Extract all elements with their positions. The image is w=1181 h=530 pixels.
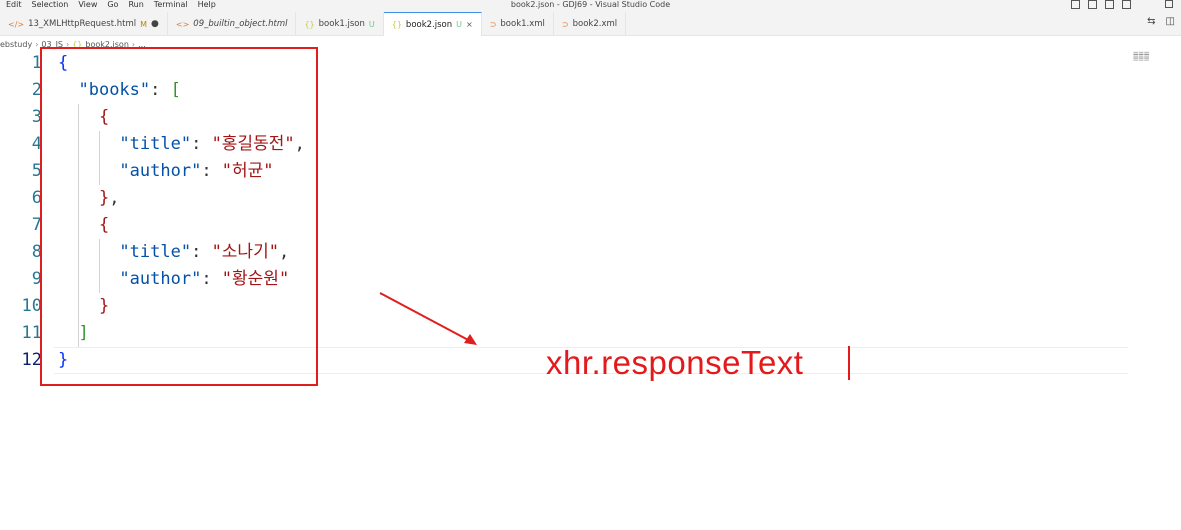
editor-actions: ⇆ ◫ [1147,16,1175,27]
line-number: 8 [31,242,42,262]
tab-label: book2.json [405,19,453,30]
open-changes-icon[interactable]: ⇆ [1147,16,1155,27]
line-number: 10 [21,296,42,316]
modified-status: M [140,19,148,29]
line-number: 5 [31,161,42,181]
line-number: 6 [31,188,42,208]
annotation-text: xhr.responseText [546,344,804,381]
tab-label: 13_XMLHttpRequest.html [28,19,137,29]
toggle-primary-sidebar-icon[interactable] [1071,0,1080,9]
line-number: 3 [31,107,42,127]
tab-book1-json[interactable]: {} book1.json U [296,12,384,36]
rss-xml-file-icon: ⊃ [489,19,497,29]
tab-13-xmlhttprequest-html[interactable]: </> 13_XMLHttpRequest.html M ● [0,12,168,36]
line-number: 12 [21,350,42,370]
line-number: 7 [31,215,42,235]
tab-label: book1.xml [500,19,545,29]
title-bar: Edit Selection View Go Run Terminal Help… [0,0,1181,12]
tab-book2-xml[interactable]: ⊃ book2.xml [554,12,627,36]
editor-tab-bar: </> 13_XMLHttpRequest.html M ● <> 09_bui… [0,12,1181,36]
tab-book2-json[interactable]: {} book2.json U × [383,12,482,36]
tab-label: book1.json [318,19,365,29]
tab-09-builtin-object-html[interactable]: <> 09_builtin_object.html [168,12,297,36]
rss-xml-file-icon: ⊃ [561,19,569,29]
line-number: 11 [21,323,42,343]
untracked-status: U [368,19,375,29]
window-title: book2.json - GDJ69 - Visual Studio Code [510,0,671,9]
unsaved-dot-icon[interactable]: ● [151,19,159,29]
breadcrumb-folder-ebstudy[interactable]: ebstudy [0,40,32,49]
close-tab-icon[interactable]: × [466,20,473,29]
json-file-icon: {} [304,19,315,29]
toggle-secondary-sidebar-icon[interactable] [1105,0,1114,9]
chevron-right-icon: › [35,39,39,49]
customize-layout-icon[interactable] [1122,0,1131,9]
annotation-highlight-box [40,47,318,386]
line-number: 1 [31,53,42,73]
html-file-icon: </> [8,19,25,29]
toggle-panel-icon[interactable] [1088,0,1097,9]
untracked-status: U [456,20,462,29]
minimap-icon[interactable]: === ≡≡≡ === [1133,50,1149,65]
line-number: 9 [31,269,42,289]
restore-window-icon[interactable] [1165,0,1173,8]
annotation-arrow-icon [379,292,477,345]
tab-label: book2.xml [572,19,618,29]
html-file-icon: <> [175,19,190,29]
text-caret [848,346,850,380]
tab-book1-xml[interactable]: ⊃ book1.xml [482,12,554,36]
line-number: 2 [31,80,42,100]
tab-label: 09_builtin_object.html [193,19,288,29]
split-editor-icon[interactable]: ◫ [1166,16,1175,27]
layout-controls [1071,0,1131,9]
json-file-icon: {} [391,20,402,29]
line-number: 4 [31,134,42,154]
